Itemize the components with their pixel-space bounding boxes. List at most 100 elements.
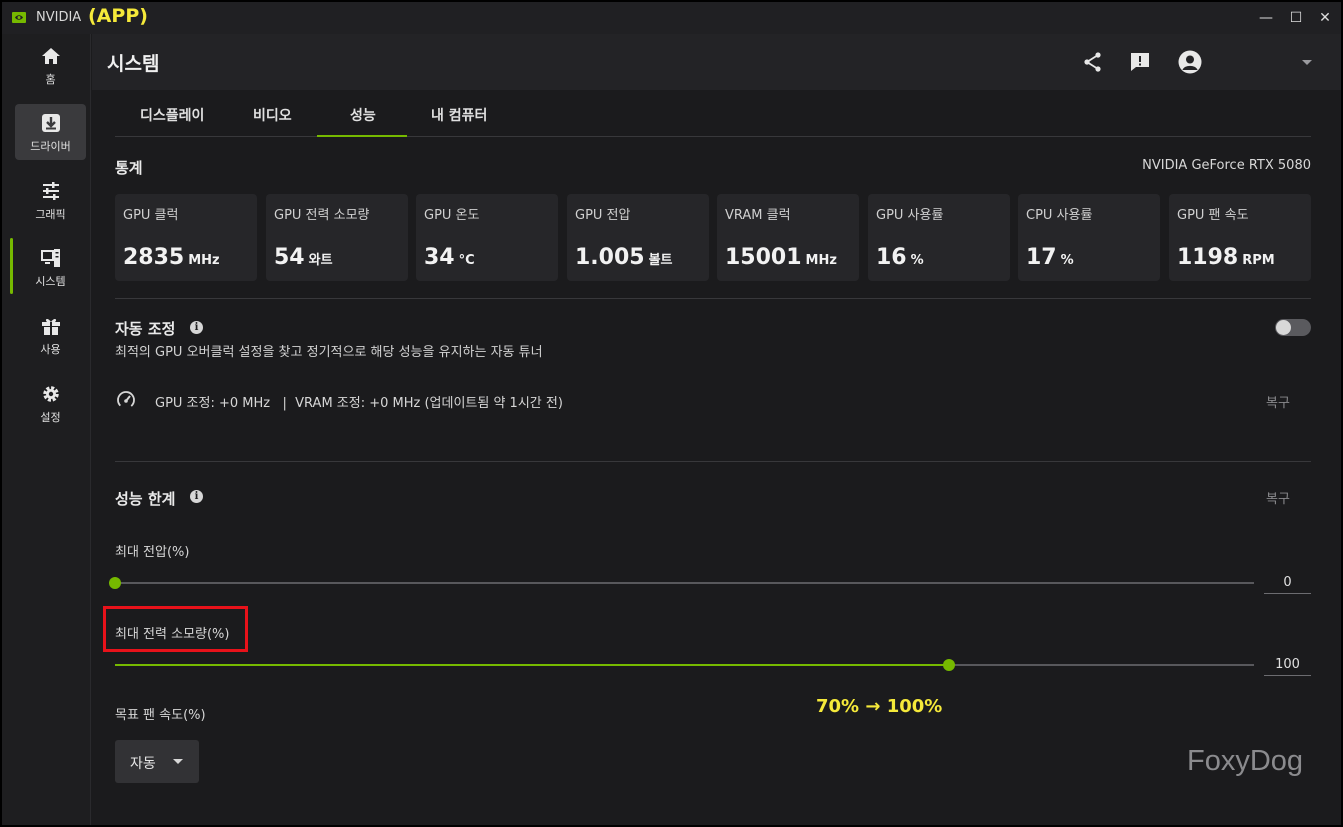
sidebar-item-label: 그래픽 — [35, 208, 66, 221]
auto-tune-status: GPU 조정: +0 MHz | VRAM 조정: +0 MHz (업데이트됨 … — [155, 396, 563, 411]
max-power-slider[interactable] — [115, 659, 1254, 671]
tab-performance[interactable]: 성능 — [350, 105, 376, 125]
max-voltage-slider[interactable] — [109, 577, 1254, 589]
stat-unit: RPM — [1242, 253, 1275, 268]
stat-label: GPU 온도 — [424, 208, 480, 223]
max-power-value[interactable]: 100 — [1264, 654, 1311, 676]
auto-tune-title: 자동 조정 — [115, 320, 176, 338]
stat-gpu-usage: GPU 사용률 16% — [868, 194, 1010, 281]
stat-label: GPU 전력 소모량 — [274, 208, 370, 223]
stat-unit: MHz — [805, 253, 837, 268]
title-bar: NVIDIA (APP) — ☐ ✕ — [2, 2, 1341, 34]
app-window: NVIDIA (APP) — ☐ ✕ 홈 드라이버 그래픽 시스템 사용 설정 … — [0, 0, 1343, 827]
stat-unit: MHz — [188, 253, 220, 268]
stat-label: GPU 팬 속도 — [1177, 208, 1249, 223]
info-icon[interactable]: i — [190, 321, 203, 334]
max-power-label: 최대 전력 소모량(%) — [115, 627, 230, 642]
auto-tune-toggle[interactable] — [1275, 319, 1311, 336]
chevron-down-icon — [173, 759, 183, 764]
minimize-button[interactable]: — — [1253, 6, 1279, 30]
stat-label: VRAM 클럭 — [725, 208, 791, 223]
info-icon[interactable]: i — [190, 490, 203, 503]
max-voltage-label: 최대 전압(%) — [115, 545, 190, 560]
divider — [115, 461, 1311, 462]
stat-number: 15001 — [725, 245, 802, 270]
stat-value: 1.005 볼트 — [575, 245, 673, 270]
sliders-icon — [43, 182, 59, 200]
tab-display[interactable]: 디스플레이 — [140, 105, 204, 125]
slider-fill — [115, 664, 949, 666]
slider-thumb[interactable] — [942, 659, 955, 671]
tab-bar: 디스플레이 비디오 성능 내 컴퓨터 — [115, 90, 1311, 137]
sidebar-item-system[interactable]: 시스템 — [15, 239, 86, 295]
maximize-button[interactable]: ☐ — [1283, 6, 1309, 30]
app-annotation: (APP) — [88, 5, 148, 27]
stat-number: 54 — [274, 245, 305, 270]
stat-unit: 볼트 — [648, 253, 673, 268]
stat-vram-clock: VRAM 클럭 15001 MHz — [717, 194, 859, 281]
avatar[interactable] — [1178, 50, 1202, 74]
feedback-icon[interactable] — [1128, 50, 1152, 74]
sidebar-item-label: 홈 — [45, 73, 56, 86]
share-icon[interactable] — [1081, 50, 1105, 74]
stat-number: 16 — [876, 245, 907, 270]
stat-gpu-clock: GPU 클럭 2835 MHz — [115, 194, 257, 281]
stat-label: GPU 클럭 — [123, 208, 179, 223]
stat-number: 1.005 — [575, 245, 645, 270]
sidebar-item-label: 시스템 — [35, 275, 66, 288]
stat-value: 15001 MHz — [725, 245, 837, 270]
sidebar-item-home[interactable]: 홈 — [15, 37, 86, 93]
sidebar-item-label: 드라이버 — [30, 140, 71, 153]
sidebar-item-redeem[interactable]: 사용 — [15, 307, 86, 363]
slider-thumb[interactable] — [109, 577, 121, 589]
watermark: FoxyDog — [1187, 745, 1304, 777]
gpu-name: NVIDIA GeForce RTX 5080 — [1142, 158, 1311, 173]
stat-gpu-power: GPU 전력 소모량 54 와트 — [266, 194, 408, 281]
sidebar-item-label: 사용 — [40, 343, 61, 356]
stat-gpu-temp: GPU 온도 34 °C — [416, 194, 558, 281]
stat-value: 34 °C — [424, 245, 475, 270]
limits-reset-button[interactable]: 복구 — [1266, 488, 1290, 507]
gear-icon — [43, 386, 59, 402]
stat-label: GPU 전압 — [575, 208, 631, 223]
gift-icon — [42, 318, 60, 335]
fan-target-dropdown[interactable]: 자동 — [115, 740, 199, 783]
limits-title: 성능 한계 — [115, 490, 176, 508]
stats-title: 통계 — [115, 159, 143, 177]
speedometer-icon — [117, 391, 135, 409]
stat-label: GPU 사용률 — [876, 208, 944, 223]
close-button[interactable]: ✕ — [1312, 6, 1338, 30]
sidebar-item-graphics[interactable]: 그래픽 — [15, 172, 86, 228]
fan-target-label: 목표 팬 속도(%) — [115, 708, 206, 723]
dropdown-value: 자동 — [130, 756, 156, 772]
app-title: NVIDIA — [36, 10, 82, 25]
main-content: 디스플레이 비디오 성능 내 컴퓨터 통계 NVIDIA GeForce RTX… — [92, 90, 1341, 825]
system-icon — [41, 249, 60, 267]
stat-gpu-fan: GPU 팬 속도 1198 RPM — [1169, 194, 1311, 281]
auto-tune-reset-button[interactable]: 복구 — [1266, 392, 1290, 411]
stat-value: 2835 MHz — [123, 245, 220, 270]
sidebar-item-settings[interactable]: 설정 — [15, 375, 86, 431]
auto-tune-description: 최적의 GPU 오버클럭 설정을 찾고 정기적으로 해당 성능을 유지하는 자동… — [115, 345, 543, 360]
stat-unit: % — [1060, 253, 1074, 268]
nvidia-logo-icon — [12, 12, 26, 23]
stat-number: 2835 — [123, 245, 185, 270]
sidebar: 홈 드라이버 그래픽 시스템 사용 설정 — [2, 34, 91, 825]
tab-video[interactable]: 비디오 — [253, 105, 292, 125]
sidebar-item-driver[interactable]: 드라이버 — [15, 104, 86, 160]
stat-gpu-voltage: GPU 전압 1.005 볼트 — [567, 194, 709, 281]
active-nav-indicator — [10, 238, 13, 294]
download-icon — [42, 114, 60, 132]
tab-my-computer[interactable]: 내 컴퓨터 — [431, 105, 487, 125]
stat-unit: 와트 — [308, 253, 333, 268]
page-title: 시스템 — [107, 53, 160, 75]
max-voltage-value[interactable]: 0 — [1264, 572, 1311, 594]
stat-value: 16% — [876, 245, 924, 270]
chevron-down-icon[interactable] — [1295, 50, 1319, 74]
stat-number: 17 — [1026, 245, 1057, 270]
stat-value: 1198 RPM — [1177, 245, 1275, 270]
stat-value: 17% — [1026, 245, 1074, 270]
stat-number: 34 — [424, 245, 455, 270]
stat-cpu-usage: CPU 사용률 17% — [1018, 194, 1160, 281]
stat-value: 54 와트 — [274, 245, 333, 270]
